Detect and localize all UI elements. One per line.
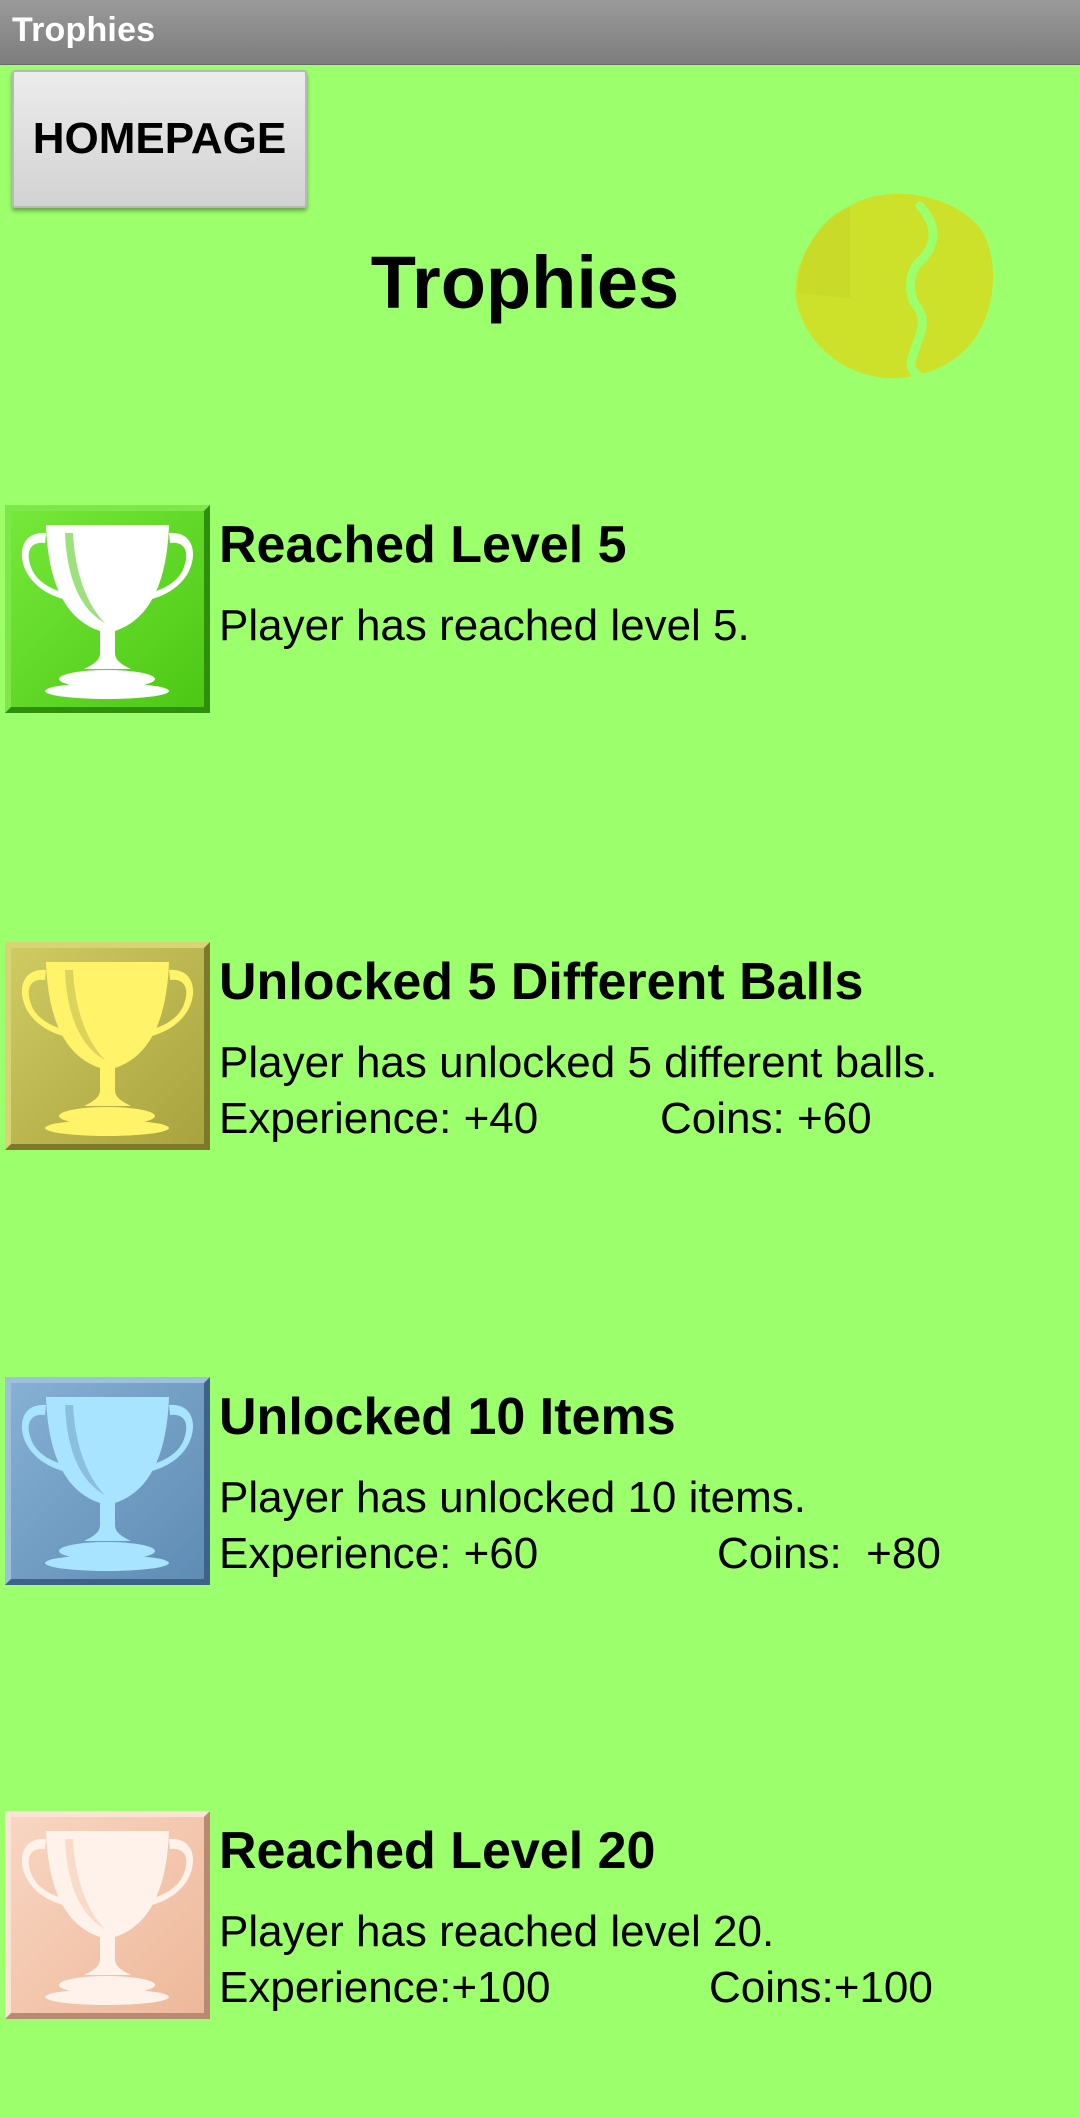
trophy-experience: Experience: +60 bbox=[219, 1529, 539, 1578]
trophy-coins: Coins:+100 bbox=[709, 1963, 933, 2012]
trophy-badge bbox=[5, 505, 210, 713]
trophy-coins: Coins: +60 bbox=[660, 1094, 872, 1143]
trophy-row: Reached Level 20 Player has reached leve… bbox=[0, 1811, 1080, 2026]
trophy-row: Reached Level 5 Player has reached level… bbox=[0, 505, 1080, 720]
trophy-title: Unlocked 5 Different Balls bbox=[219, 953, 864, 1011]
title-bar: Trophies bbox=[0, 0, 1080, 65]
trophy-row: Unlocked 10 Items Player has unlocked 10… bbox=[0, 1377, 1080, 1592]
window-title: Trophies bbox=[12, 11, 156, 49]
trophy-experience: Experience:+100 bbox=[219, 1963, 551, 2012]
trophy-description: Player has reached level 20. bbox=[219, 1907, 775, 1956]
trophy-description: Player has reached level 5. bbox=[219, 601, 750, 650]
homepage-button[interactable]: HOMEPAGE bbox=[12, 70, 307, 208]
tennis-ball-icon bbox=[795, 193, 994, 382]
trophy-title: Reached Level 20 bbox=[219, 1822, 656, 1880]
trophy-icon bbox=[21, 1397, 194, 1571]
trophy-description: Player has unlocked 5 different balls. bbox=[219, 1038, 938, 1087]
trophy-icon bbox=[21, 1831, 194, 2005]
trophy-title: Unlocked 10 Items bbox=[219, 1388, 676, 1446]
trophy-badge bbox=[5, 1377, 210, 1585]
trophy-description: Player has unlocked 10 items. bbox=[219, 1473, 806, 1522]
trophy-icon bbox=[21, 525, 194, 699]
trophy-experience: Experience: +40 bbox=[219, 1094, 539, 1143]
trophy-badge bbox=[5, 942, 210, 1150]
trophy-coins: Coins: +80 bbox=[717, 1529, 941, 1578]
trophy-badge bbox=[5, 1811, 210, 2019]
trophy-row: Unlocked 5 Different Balls Player has un… bbox=[0, 942, 1080, 1157]
trophy-title: Reached Level 5 bbox=[219, 516, 627, 574]
trophy-icon bbox=[21, 962, 194, 1136]
